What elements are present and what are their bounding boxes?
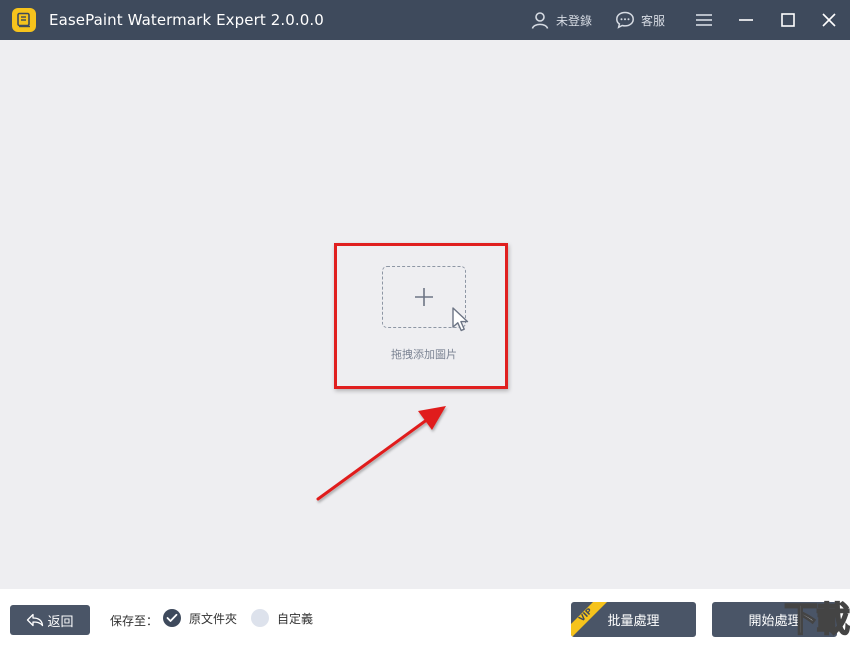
- service-label: 客服: [641, 13, 666, 28]
- maximize-icon: [781, 13, 795, 27]
- minimize-button[interactable]: [734, 8, 758, 32]
- image-drop-zone[interactable]: 拖拽添加圖片: [334, 242, 508, 388]
- save-to-label: 保存至：: [110, 614, 159, 628]
- radio-label: 原文件夾: [189, 611, 238, 626]
- radio-original-folder[interactable]: 原文件夾: [163, 609, 237, 627]
- close-icon: [822, 13, 836, 27]
- radio-checked-icon: [163, 609, 181, 627]
- customer-service-button[interactable]: 客服: [615, 10, 665, 30]
- batch-process-button[interactable]: VIP 批量處理: [571, 602, 696, 637]
- bottom-bar: 返回 保存至： 原文件夾 自定義 VIP 批量處理 開始處理 下載吧: [0, 589, 850, 650]
- radio-custom-folder[interactable]: 自定義: [251, 609, 313, 627]
- login-button[interactable]: 未登錄: [530, 10, 592, 30]
- vip-badge-icon: VIP: [571, 602, 607, 637]
- app-logo-icon: [12, 8, 36, 32]
- batch-process-label: 批量處理: [607, 613, 660, 628]
- main-area: 拖拽添加圖片: [0, 40, 850, 589]
- maximize-button[interactable]: [776, 8, 800, 32]
- watermark-logo: 下載吧: [783, 599, 850, 650]
- back-arrow-icon: [27, 613, 44, 627]
- drop-label: 拖拽添加圖片: [391, 348, 457, 361]
- minimize-icon: [739, 19, 753, 21]
- back-button[interactable]: 返回: [10, 605, 90, 635]
- login-label: 未登錄: [556, 13, 593, 28]
- cursor-icon: [452, 307, 469, 332]
- chat-icon: [615, 10, 635, 30]
- plus-icon: [415, 288, 433, 306]
- radio-label: 自定義: [277, 611, 314, 626]
- back-label: 返回: [47, 613, 74, 629]
- radio-unchecked-icon: [251, 609, 269, 627]
- close-button[interactable]: [817, 8, 841, 32]
- user-icon: [530, 10, 550, 30]
- menu-button[interactable]: [692, 8, 716, 32]
- hamburger-menu-icon: [696, 14, 712, 26]
- app-title: EasePaint Watermark Expert 2.0.0.0: [49, 11, 324, 29]
- title-bar: EasePaint Watermark Expert 2.0.0.0 未登錄 客…: [0, 0, 850, 40]
